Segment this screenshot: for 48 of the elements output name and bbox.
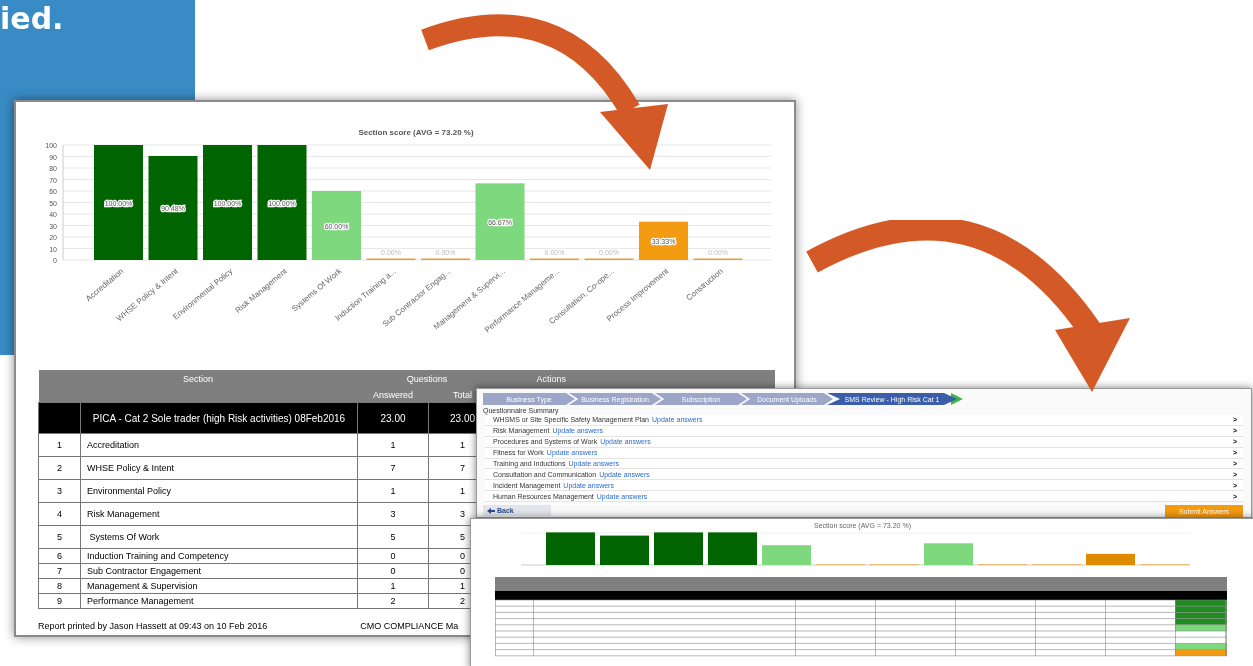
- table-cell: WHSE Policy & Intent: [80, 456, 358, 480]
- table-cell: Systems Of Work: [80, 525, 358, 549]
- triangle-icon: [951, 393, 963, 405]
- table-cell: 1: [357, 433, 429, 457]
- table-cell: 3: [38, 479, 81, 503]
- chart-bar: [762, 545, 811, 565]
- chart-bar: [312, 191, 361, 260]
- column-header: Actions: [496, 370, 775, 387]
- table-cell: PICA - Cat 2 Sole trader (high Risk activities) 08Feb2016: [80, 402, 358, 434]
- footer-text: CMO COMPLIANCE Ma: [360, 621, 459, 631]
- footer-text: Report printed by Jason Hassett at 09:43 on 10 Feb 2016: [38, 621, 268, 631]
- table-cell: 23.00: [357, 402, 429, 434]
- table-cell: Environmental Policy: [80, 479, 358, 503]
- column-header: Answered: [357, 387, 429, 403]
- table-cell: 9: [38, 593, 81, 609]
- table-cell: 5: [357, 525, 429, 549]
- table-cell: 2: [38, 456, 81, 480]
- table-cell: 2: [357, 593, 429, 609]
- chart-title: Section score (AVG = 73.20 %): [358, 128, 474, 137]
- chart-bar: [639, 221, 688, 260]
- table-cell: 8: [38, 578, 81, 594]
- table-cell: Risk Management: [80, 502, 358, 526]
- table-cell: 1: [357, 479, 429, 503]
- banner-heading: ied.: [0, 4, 64, 34]
- table-cell: 1: [357, 578, 429, 594]
- table-cell: Performance Management: [80, 593, 358, 609]
- table-cell: 1: [38, 433, 81, 457]
- table-cell: 6: [38, 548, 81, 564]
- table-cell: Management & Supervision: [80, 578, 358, 594]
- left-arrow-icon: [487, 507, 495, 514]
- table-cell: Accreditation: [80, 433, 358, 457]
- table-cell: 3: [357, 502, 429, 526]
- chart-bar: [1086, 553, 1135, 565]
- table-cell: 0: [357, 548, 429, 564]
- column-header: Questions: [357, 370, 497, 387]
- chart-bar: [546, 532, 595, 565]
- chart-bar: [924, 543, 973, 565]
- table-cell: 4: [38, 502, 81, 526]
- table-cell: 7: [38, 563, 81, 579]
- chart-bar: [708, 532, 757, 565]
- chart-bar: [600, 535, 649, 565]
- chart-bar: [654, 532, 703, 565]
- table-cell: Sub Contractor Engagement: [80, 563, 358, 579]
- column-header: Section: [38, 370, 358, 387]
- table-cell: 5: [38, 525, 81, 549]
- table-cell: 7: [357, 456, 429, 480]
- table-cell: Induction Training and Competency: [80, 548, 358, 564]
- table-cell: 0: [357, 563, 429, 579]
